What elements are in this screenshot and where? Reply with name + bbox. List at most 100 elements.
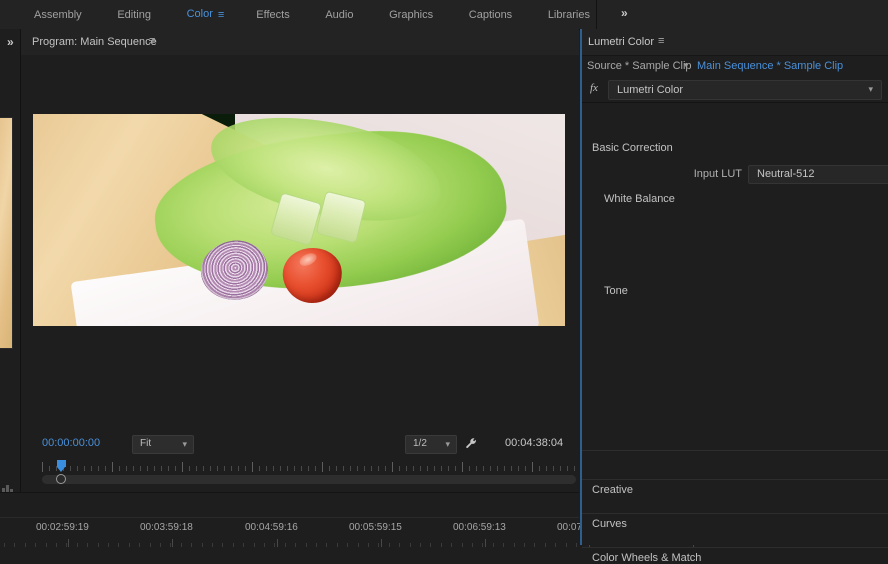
timeline-ruler-subtick [378, 543, 379, 547]
sequence-clip-label[interactable]: Main Sequence * Sample Clip [697, 60, 843, 72]
hamburger-icon[interactable]: ≡ [218, 9, 224, 21]
workspace-tab-libraries[interactable]: Libraries [542, 9, 596, 21]
program-monitor-title: Program: Main Sequence [32, 36, 157, 48]
lumetri-panel-title: Lumetri Color [588, 36, 654, 48]
timeline-ruler-subtick [545, 543, 546, 547]
workspace-tab-effects[interactable]: Effects [250, 9, 295, 21]
section-curves[interactable]: Curves [592, 518, 627, 530]
white-balance-heading[interactable]: White Balance [604, 193, 888, 205]
timeline-ruler-subtick [420, 543, 421, 547]
lumetri-color-panel: Lumetri Color ≡ Source * Sample Clip ▾ M… [580, 29, 888, 545]
timeline-ruler-subtick [139, 543, 140, 547]
hamburger-icon[interactable]: ≡ [658, 35, 664, 47]
timeline-ruler-subtick [87, 543, 88, 547]
left-edge-panel: + [0, 29, 21, 545]
wrench-icon[interactable] [465, 437, 478, 453]
workspace-overflow-area: » [596, 0, 888, 29]
workspace-tab-list: Assembly Editing Color ≡ Effects Audio Gr… [0, 0, 596, 29]
timeline-ruler-subtick [181, 543, 182, 547]
workspace-tab-graphics[interactable]: Graphics [383, 9, 439, 21]
timeline-ruler-subtick [274, 543, 275, 547]
timeline-ruler-subtick [170, 543, 171, 547]
workspace-tab-audio[interactable]: Audio [319, 9, 359, 21]
monitor-zoom-scrollbar[interactable] [42, 475, 576, 484]
timeline-ruler-subtick [524, 543, 525, 547]
workspace-tab-label: Effects [256, 9, 289, 21]
timeline-ruler-subtick [46, 543, 47, 547]
timeline-ruler-subtick [108, 543, 109, 547]
timeline-ruler-subtick [35, 543, 36, 547]
video-frame[interactable] [33, 114, 565, 326]
timeline-ruler-subtick [503, 543, 504, 547]
tone-heading[interactable]: Tone [604, 285, 888, 297]
timeline-ruler-subtick [160, 543, 161, 547]
timeline-ruler-subtick [191, 543, 192, 547]
timeline-ruler-subtick [316, 543, 317, 547]
zoom-level-select[interactable]: Fit ▾ [132, 435, 194, 454]
fx-icon: fx [590, 82, 598, 94]
timeline-ruler-tick [485, 539, 486, 547]
timeline-ruler-subtick [493, 543, 494, 547]
timeline-ruler-subtick [295, 543, 296, 547]
timeline-ruler-subtick [285, 543, 286, 547]
chevron-down-icon[interactable]: ▾ [684, 60, 689, 71]
source-clip-label[interactable]: Source * Sample Clip [587, 60, 692, 72]
timeline-ruler-subtick [264, 543, 265, 547]
timeline-panel: 00:02:59:1900:03:59:1800:04:59:1600:05:5… [0, 492, 579, 546]
lumetri-header: Lumetri Color ≡ [582, 29, 888, 56]
input-lut-label: Input LUT [662, 168, 742, 180]
timeline-ruler-subtick [430, 543, 431, 547]
timeline-ruler-subtick [451, 543, 452, 547]
playhead[interactable] [57, 460, 66, 472]
timeline-ruler-label: 00:05:59:15 [349, 522, 402, 533]
workspace-tab-assembly[interactable]: Assembly [28, 9, 88, 21]
section-creative[interactable]: Creative [592, 484, 633, 496]
chevron-down-icon: ▾ [182, 439, 187, 450]
timeline-ruler-subtick [462, 543, 463, 547]
timeline-ruler-label: 00:06:59:13 [453, 522, 506, 533]
monitor-scrub-bar[interactable] [42, 461, 576, 473]
timeline-ruler-subtick [389, 543, 390, 547]
timeline-ruler-subtick [98, 543, 99, 547]
clip-selector-row: Source * Sample Clip ▾ Main Sequence * S… [582, 56, 888, 78]
input-lut-value: Neutral-512 [757, 168, 814, 180]
effect-name: Lumetri Color [617, 84, 683, 96]
timeline-ruler-subtick [243, 543, 244, 547]
timeline-ruler-tick [68, 539, 69, 547]
workspace-tab-label: Color [187, 8, 213, 20]
timeline-ruler-subtick [233, 543, 234, 547]
current-timecode[interactable]: 00:00:00:00 [42, 437, 100, 449]
double-chevron-right-icon[interactable]: » [7, 35, 14, 49]
timeline-ruler-subtick [399, 543, 400, 547]
hamburger-icon[interactable]: ≡ [149, 35, 155, 47]
zoom-handle[interactable] [56, 474, 66, 484]
timeline-ruler-tick [172, 539, 173, 547]
timeline-ruler-subtick [56, 543, 57, 547]
program-monitor-stage [21, 55, 579, 430]
workspace-tab-label: Assembly [34, 9, 82, 21]
timeline-ruler-subtick [566, 543, 567, 547]
timeline-ruler-subtick [14, 543, 15, 547]
timeline-ruler-subtick [118, 543, 119, 547]
timeline-ruler-subtick [534, 543, 535, 547]
workspace-tab-label: Captions [469, 9, 512, 21]
timeline-ruler-tick [277, 539, 278, 547]
playback-resolution-select[interactable]: 1/2 ▾ [405, 435, 457, 454]
timeline-ruler-subtick [347, 543, 348, 547]
timeline-ruler-subtick [358, 543, 359, 547]
input-lut-select[interactable]: Neutral-512 ▾ [748, 165, 888, 184]
timeline-ruler-subtick [129, 543, 130, 547]
timeline-ruler-label: 00:02:59:19 [36, 522, 89, 533]
section-color-wheels-match[interactable]: Color Wheels & Match [592, 552, 701, 564]
timeline-ruler-subtick [222, 543, 223, 547]
double-chevron-right-icon[interactable]: » [621, 6, 628, 20]
timeline-ruler[interactable]: 00:02:59:1900:03:59:1800:04:59:1600:05:5… [0, 517, 579, 547]
basic-correction-heading[interactable]: Basic Correction [592, 142, 888, 154]
chevron-down-icon: ▾ [445, 439, 450, 450]
workspace-tab-editing[interactable]: Editing [111, 9, 157, 21]
workspace-tab-color[interactable]: Color ≡ [181, 8, 231, 20]
workspace-tab-captions[interactable]: Captions [463, 9, 518, 21]
program-monitor-panel: » Program: Main Sequence ≡ 00:00:00:00 [21, 29, 579, 545]
effect-select[interactable]: Lumetri Color ▾ [608, 80, 882, 100]
timeline-ruler-subtick [4, 543, 5, 547]
